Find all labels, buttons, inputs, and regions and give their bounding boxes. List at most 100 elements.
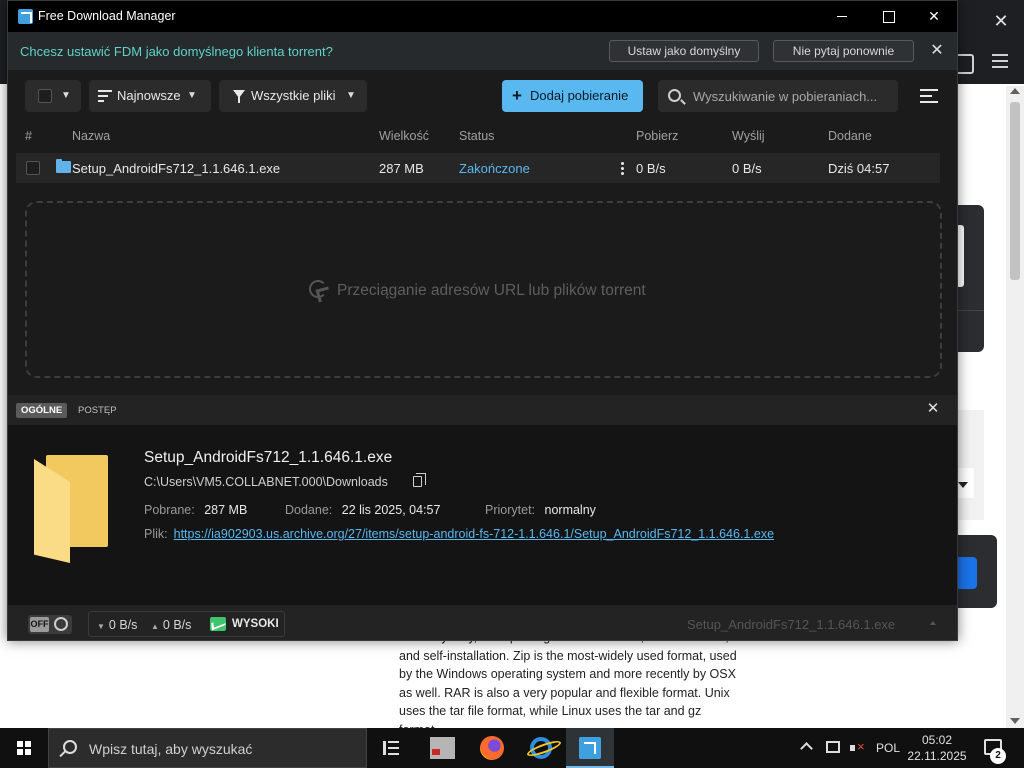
arrow-down-icon: ▼ xyxy=(97,622,105,631)
snail-icon xyxy=(54,617,68,631)
network-icon[interactable] xyxy=(826,741,840,753)
column-size[interactable]: Wielkość xyxy=(379,129,429,143)
clock-time: 05:02 xyxy=(921,733,953,747)
clock-date: 22.11.2025 xyxy=(907,749,967,763)
plus-icon: + xyxy=(512,86,522,105)
row-size: 287 MB xyxy=(379,161,424,176)
select-all-checkbox[interactable] xyxy=(38,89,52,103)
row-checkbox[interactable] xyxy=(26,161,40,175)
filter-icon xyxy=(233,90,245,103)
column-number[interactable]: # xyxy=(25,129,32,143)
table-header: # Nazwa Wielkość Status Pobierz Wyślij D… xyxy=(8,124,957,148)
volume-muted-icon[interactable] xyxy=(850,739,865,755)
tray-overflow-icon[interactable] xyxy=(800,742,813,755)
column-upload[interactable]: Wyślij xyxy=(732,129,765,143)
file-url-info: Plik: https://ia902903.us.archive.org/27/… xyxy=(144,527,775,541)
sort-dropdown[interactable]: Najnowsze ▼ xyxy=(89,80,211,112)
main-toolbar: ▼ Najnowsze ▼ Wszystkie pliki ▼ + Dodaj … xyxy=(8,70,957,122)
add-download-label: Dodaj pobieranie xyxy=(530,88,629,103)
details-close-icon[interactable]: ✕ xyxy=(925,401,941,417)
row-upload-speed: 0 B/s xyxy=(732,161,762,176)
search-input[interactable] xyxy=(693,86,891,106)
column-status[interactable]: Status xyxy=(459,129,494,143)
column-added[interactable]: Dodane xyxy=(828,129,872,143)
details-path: C:\Users\VM5.COLLABNET.000\Downloads xyxy=(144,475,388,489)
snail-mode-toggle[interactable]: OFF xyxy=(28,615,72,634)
search-icon xyxy=(63,740,77,754)
windows-taskbar: Wpisz tutaj, aby wyszukać POL 05:02 22.1… xyxy=(0,728,1024,768)
expand-arrow-icon[interactable] xyxy=(930,621,936,625)
search-icon xyxy=(668,89,681,102)
taskbar-search-placeholder: Wpisz tutaj, aby wyszukać xyxy=(89,741,253,757)
language-indicator[interactable]: POL xyxy=(876,741,900,755)
scrollbar-thumb[interactable] xyxy=(1010,102,1020,280)
browser-menu-icon[interactable] xyxy=(992,54,1008,68)
chevron-down-icon: ▼ xyxy=(346,90,356,101)
start-button[interactable] xyxy=(0,728,48,768)
drop-zone-text: Przeciąganie adresów URL lub plików torr… xyxy=(337,282,646,299)
total-upload-speed: ▲ 0 B/s xyxy=(151,618,192,632)
minimize-button[interactable] xyxy=(819,1,865,32)
table-row[interactable]: Setup_AndroidFs712_1.1.646.1.exe 287 MB … xyxy=(16,153,940,183)
set-default-button[interactable]: Ustaw jako domyślny xyxy=(609,40,759,62)
filter-dropdown[interactable]: Wszystkie pliki ▼ xyxy=(219,80,367,112)
folder-icon xyxy=(56,159,71,173)
windows-logo-icon xyxy=(17,741,31,755)
high-speed-icon xyxy=(210,617,226,631)
select-all-dropdown[interactable]: ▼ xyxy=(25,80,81,112)
row-status: Zakończone xyxy=(459,161,530,176)
row-added: Dziś 04:57 xyxy=(828,161,890,176)
current-file-label: Setup_AndroidFs712_1.1.646.1.exe xyxy=(687,617,896,632)
add-download-button[interactable]: + Dodaj pobieranie xyxy=(502,80,643,112)
tab-general[interactable]: OGÓLNE xyxy=(16,403,68,418)
copy-icon[interactable] xyxy=(413,473,426,487)
dropdown-arrow-icon xyxy=(958,482,968,488)
file-url-link[interactable]: https://ia902903.us.archive.org/27/items… xyxy=(174,527,774,541)
sort-icon xyxy=(98,90,112,102)
dont-ask-button[interactable]: Nie pytaj ponownie xyxy=(773,40,914,62)
status-bar: OFF ▼ 0 B/s ▲ 0 B/s WYSOKI Setup_AndroidFs… xyxy=(8,605,957,640)
window-title: Free Download Manager xyxy=(38,9,176,23)
notification-message: Chcesz ustawić FDM jako domyślnego klien… xyxy=(20,44,333,59)
arrow-up-icon: ▲ xyxy=(151,622,159,631)
clock[interactable]: 05:02 22.11.2025 xyxy=(906,732,968,764)
tab-progress[interactable]: POSTĘP xyxy=(73,403,122,418)
browser-close-icon[interactable]: ✕ xyxy=(990,10,1012,32)
scroll-up-icon[interactable] xyxy=(1010,88,1020,94)
close-button[interactable]: ✕ xyxy=(911,1,957,32)
chevron-down-icon: ▼ xyxy=(187,90,197,101)
speed-mode-label: WYSOKI xyxy=(232,618,279,630)
chevron-down-icon: ▼ xyxy=(61,90,71,101)
article-text: for everybody, no-repackage tranformatio… xyxy=(399,630,737,728)
taskbar-search[interactable]: Wpisz tutaj, aby wyszukać xyxy=(48,728,367,768)
taskbar-app-ie[interactable] xyxy=(517,728,565,768)
large-folder-icon xyxy=(34,455,108,563)
downloaded-info: Pobrane: 287 MB xyxy=(144,503,248,517)
drop-zone[interactable]: Przeciąganie adresów URL lub plików torr… xyxy=(25,201,942,378)
taskbar-app-firefox[interactable] xyxy=(468,728,516,768)
row-download-speed: 0 B/s xyxy=(636,161,666,176)
title-bar: Free Download Manager ✕ xyxy=(8,1,957,32)
task-view-icon[interactable] xyxy=(383,739,401,757)
maximize-button[interactable] xyxy=(865,1,911,32)
priority-info: Priorytet: normalny xyxy=(485,503,596,517)
taskbar-app-archive[interactable] xyxy=(418,728,466,768)
firefox-icon xyxy=(480,736,504,760)
main-menu-icon[interactable] xyxy=(920,88,940,104)
fdm-logo-icon xyxy=(18,9,33,24)
notification-close-icon[interactable]: ✕ xyxy=(928,42,946,60)
taskbar-app-fdm[interactable] xyxy=(566,728,614,768)
scroll-down-icon[interactable] xyxy=(1010,718,1020,724)
search-box[interactable] xyxy=(658,80,898,112)
details-file-name: Setup_AndroidFs712_1.1.646.1.exe xyxy=(144,449,393,466)
more-options-icon[interactable] xyxy=(621,162,624,176)
row-name: Setup_AndroidFs712_1.1.646.1.exe xyxy=(72,161,281,176)
column-name[interactable]: Nazwa xyxy=(72,129,110,143)
added-info: Dodane: 22 lis 2025, 04:57 xyxy=(285,503,441,517)
speed-mode-selector[interactable]: ▼ 0 B/s ▲ 0 B/s WYSOKI xyxy=(88,611,285,637)
sort-label: Najnowsze xyxy=(117,88,181,103)
details-tabs: OGÓLNE POSTĘP ✕ xyxy=(8,395,957,425)
column-download[interactable]: Pobierz xyxy=(636,129,678,143)
page-scrollbar[interactable] xyxy=(1006,86,1024,728)
filter-label: Wszystkie pliki xyxy=(251,88,336,103)
